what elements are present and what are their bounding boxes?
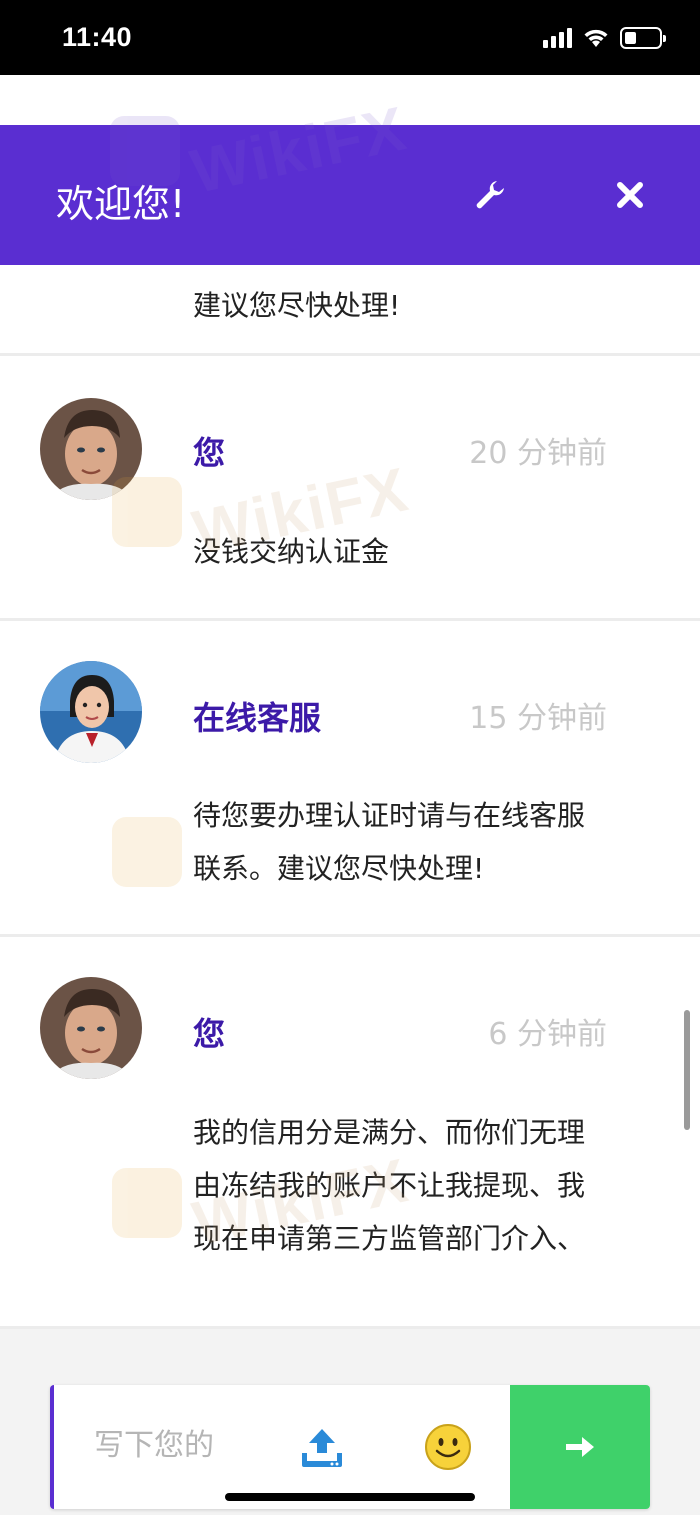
list-item: 在线客服 15 分钟前 待您要办理认证时请与在线客服联系。建议您尽快处理! — [0, 621, 700, 937]
sender-name: 您 — [193, 434, 226, 472]
avatar — [40, 661, 142, 763]
top-spacer — [0, 75, 700, 125]
composer — [50, 1385, 650, 1509]
close-button[interactable] — [610, 175, 650, 215]
header-title: 欢迎您! — [56, 182, 186, 226]
signal-icon — [543, 28, 572, 48]
watermark — [112, 817, 182, 887]
watermark-logo-icon — [112, 1167, 182, 1238]
avatar — [40, 398, 142, 500]
battery-icon — [620, 27, 666, 49]
message-time: 20 分钟前 — [469, 436, 607, 471]
upload-button[interactable] — [299, 1427, 345, 1469]
message-time: 15 分钟前 — [469, 701, 607, 736]
wrench-icon — [476, 181, 504, 209]
message-text: 没钱交纳认证金 — [193, 535, 390, 568]
status-bar: 11:40 — [0, 0, 700, 75]
status-time: 11:40 — [62, 22, 133, 52]
message-text: 建议您尽快处理! — [193, 289, 401, 322]
smiley-icon — [425, 1424, 471, 1470]
wifi-icon — [584, 29, 608, 47]
message-text: 我的信用分是满分、而你们无理由冻结我的账户不让我提现、我现在申请第三方监管部门介… — [193, 1116, 586, 1255]
male-avatar-icon — [40, 398, 142, 500]
scrollbar[interactable] — [684, 1010, 690, 1130]
chat-header: 欢迎您! WikiFX — [0, 94, 700, 265]
settings-button[interactable] — [470, 175, 510, 215]
message-input[interactable] — [94, 1425, 244, 1465]
agent-avatar-icon — [40, 661, 142, 763]
composer-area — [0, 1329, 700, 1515]
send-button[interactable] — [510, 1385, 650, 1509]
list-item: 您 6 分钟前 我的信用分是满分、而你们无理由冻结我的账户不让我提现、我现在申请… — [0, 937, 700, 1329]
watermark-logo-icon — [112, 817, 182, 887]
arrow-right-icon — [566, 1437, 594, 1457]
avatar — [40, 977, 142, 1079]
emoji-button[interactable] — [424, 1423, 472, 1471]
upload-icon — [302, 1429, 342, 1467]
message-time: 6 分钟前 — [488, 1017, 607, 1052]
male-avatar-icon — [40, 977, 142, 1079]
list-item: 您 20 分钟前 没钱交纳认证金 WikiFX — [0, 356, 700, 621]
sender-name: 在线客服 — [193, 699, 322, 737]
status-icons — [543, 26, 666, 50]
sender-name: 您 — [193, 1015, 226, 1053]
close-icon — [617, 182, 643, 208]
message-text: 待您要办理认证时请与在线客服联系。建议您尽快处理! — [193, 799, 586, 885]
list-item: 建议您尽快处理! — [0, 265, 700, 356]
home-indicator[interactable] — [225, 1493, 475, 1501]
